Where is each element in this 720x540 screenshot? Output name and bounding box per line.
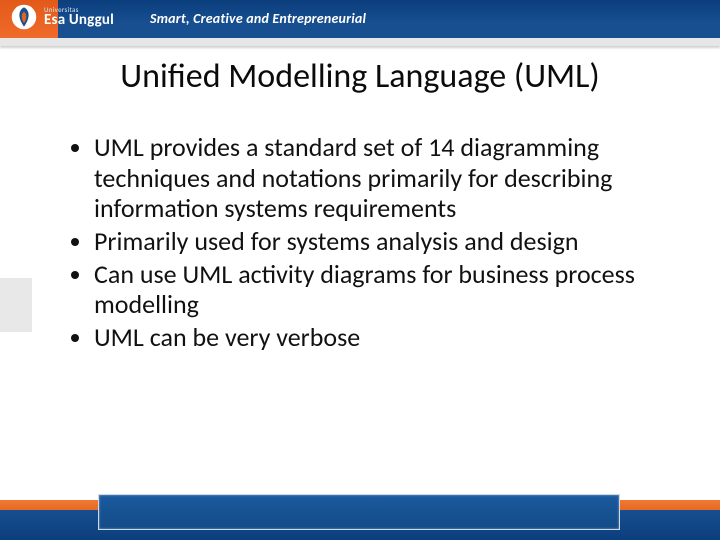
decorative-side-block	[0, 278, 32, 332]
bullet-item: UML provides a standard set of 14 diagra…	[94, 132, 660, 224]
top-banner: Universitas Esa Unggul Smart, Creative a…	[0, 0, 720, 38]
header-tagline: Smart, Creative and Entrepreneurial	[150, 10, 366, 27]
university-logo: Universitas Esa Unggul	[10, 3, 114, 31]
bullet-item: UML can be very verbose	[94, 322, 660, 353]
bullet-item: Can use UML activity diagrams for busine…	[94, 259, 660, 320]
banner-underline	[0, 38, 720, 46]
slide-content: UML provides a standard set of 14 diagra…	[70, 132, 660, 355]
logo-big-text: Esa Unggul	[44, 13, 114, 28]
bullet-item: Primarily used for systems analysis and …	[94, 226, 660, 257]
slide-title: Unified Modelling Language (UML)	[0, 56, 720, 97]
bottom-inner-box	[98, 494, 620, 530]
logo-crest-icon	[10, 3, 38, 31]
bottom-banner	[0, 482, 720, 540]
